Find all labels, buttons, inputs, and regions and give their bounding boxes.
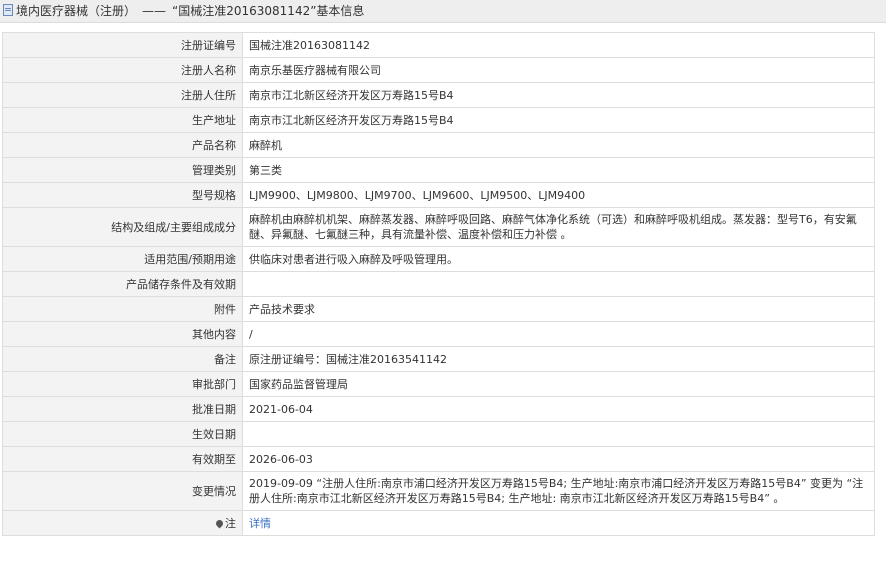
row-product-name: 产品名称 麻醉机 <box>2 132 875 158</box>
row-label: 有效期至 <box>2 446 243 472</box>
row-value: 国械注准20163081142 <box>242 32 875 58</box>
row-value: 国家药品监督管理局 <box>242 371 875 397</box>
row-note: 注 详情 <box>2 510 875 536</box>
row-value: 2026-06-03 <box>242 446 875 472</box>
row-label: 变更情况 <box>2 471 243 511</box>
row-valid-until: 有效期至 2026-06-03 <box>2 446 875 472</box>
row-remark: 备注 原注册证编号：国械注准20163541142 <box>2 346 875 372</box>
row-value: 麻醉机 <box>242 132 875 158</box>
row-value: LJM9900、LJM9800、LJM9700、LJM9600、LJM9500、… <box>242 182 875 208</box>
row-value: 原注册证编号：国械注准20163541142 <box>242 346 875 372</box>
row-label: 其他内容 <box>2 321 243 347</box>
row-management-class: 管理类别 第三类 <box>2 157 875 183</box>
row-label: 附件 <box>2 296 243 322</box>
row-label: 备注 <box>2 346 243 372</box>
page-header: 境内医疗器械（注册） —— “国械注准20163081142”基本信息 <box>0 0 886 23</box>
details-link[interactable]: 详情 <box>249 517 271 530</box>
row-label: 生效日期 <box>2 421 243 447</box>
row-value: 产品技术要求 <box>242 296 875 322</box>
row-label: 管理类别 <box>2 157 243 183</box>
header-separator: —— <box>142 4 167 18</box>
row-label: 批准日期 <box>2 396 243 422</box>
row-label: 产品储存条件及有效期 <box>2 271 243 297</box>
row-value: 南京市江北新区经济开发区万寿路15号B4 <box>242 82 875 108</box>
row-label: 注 <box>2 510 243 536</box>
header-category: 境内医疗器械（注册） <box>16 4 137 18</box>
row-value <box>242 421 875 447</box>
basic-info-table: 注册证编号 国械注准20163081142 注册人名称 南京乐基医疗器械有限公司… <box>2 32 875 536</box>
row-value: / <box>242 321 875 347</box>
row-storage-validity: 产品储存条件及有效期 <box>2 271 875 297</box>
document-icon <box>3 4 13 16</box>
row-label: 审批部门 <box>2 371 243 397</box>
row-production-address: 生产地址 南京市江北新区经济开发区万寿路15号B4 <box>2 107 875 133</box>
row-label: 产品名称 <box>2 132 243 158</box>
row-change-history: 变更情况 2019-09-09 “注册人住所:南京市浦口经济开发区万寿路15号B… <box>2 471 875 511</box>
row-other-content: 其他内容 / <box>2 321 875 347</box>
row-value: 南京市江北新区经济开发区万寿路15号B4 <box>242 107 875 133</box>
row-label: 适用范围/预期用途 <box>2 246 243 272</box>
row-value: 供临床对患者进行吸入麻醉及呼吸管理用。 <box>242 246 875 272</box>
row-label: 生产地址 <box>2 107 243 133</box>
row-value: 南京乐基医疗器械有限公司 <box>242 57 875 83</box>
location-pin-icon <box>214 518 225 528</box>
row-value <box>242 271 875 297</box>
row-value: 详情 <box>242 510 875 536</box>
row-approval-date: 批准日期 2021-06-04 <box>2 396 875 422</box>
row-registrant-address: 注册人住所 南京市江北新区经济开发区万寿路15号B4 <box>2 82 875 108</box>
row-value: 麻醉机由麻醉机机架、麻醉蒸发器、麻醉呼吸回路、麻醉气体净化系统（可选）和麻醉呼吸… <box>242 207 875 247</box>
row-approval-department: 审批部门 国家药品监督管理局 <box>2 371 875 397</box>
row-value: 第三类 <box>242 157 875 183</box>
row-model-spec: 型号规格 LJM9900、LJM9800、LJM9700、LJM9600、LJM… <box>2 182 875 208</box>
row-intended-use: 适用范围/预期用途 供临床对患者进行吸入麻醉及呼吸管理用。 <box>2 246 875 272</box>
row-value: 2021-06-04 <box>242 396 875 422</box>
row-registrant-name: 注册人名称 南京乐基医疗器械有限公司 <box>2 57 875 83</box>
row-label: 结构及组成/主要组成成分 <box>2 207 243 247</box>
row-registration-number: 注册证编号 国械注准20163081142 <box>2 32 875 58</box>
header-title: “国械注准20163081142”基本信息 <box>172 4 365 18</box>
note-label: 注 <box>225 516 236 530</box>
row-value: 2019-09-09 “注册人住所:南京市浦口经济开发区万寿路15号B4; 生产… <box>242 471 875 511</box>
row-label: 注册证编号 <box>2 32 243 58</box>
row-label: 型号规格 <box>2 182 243 208</box>
row-structure-composition: 结构及组成/主要组成成分 麻醉机由麻醉机机架、麻醉蒸发器、麻醉呼吸回路、麻醉气体… <box>2 207 875 247</box>
row-label: 注册人住所 <box>2 82 243 108</box>
row-effective-date: 生效日期 <box>2 421 875 447</box>
row-label: 注册人名称 <box>2 57 243 83</box>
row-attachment: 附件 产品技术要求 <box>2 296 875 322</box>
